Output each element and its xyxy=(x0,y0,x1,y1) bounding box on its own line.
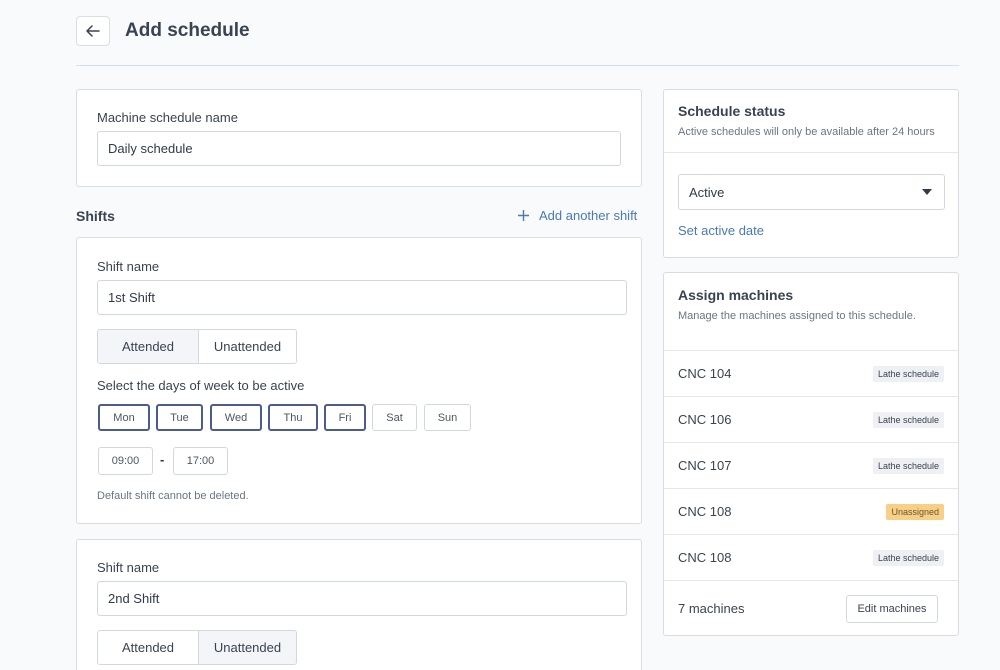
assign-title: Assign machines xyxy=(678,287,794,303)
day-sun[interactable]: Sun xyxy=(424,404,471,431)
unattended-option[interactable]: Unattended xyxy=(198,631,296,664)
machine-name: CNC 104 xyxy=(678,366,732,381)
machine-row[interactable]: CNC 108 Unassigned xyxy=(664,488,958,534)
back-button[interactable] xyxy=(76,16,110,46)
add-shift-button[interactable]: Add another shift xyxy=(518,208,637,223)
schedule-name-card: Machine schedule name Daily schedule xyxy=(76,89,642,187)
end-time-input[interactable]: 17:00 xyxy=(173,447,228,475)
days-label: Select the days of week to be active xyxy=(97,378,305,393)
shifts-title: Shifts xyxy=(76,208,115,224)
day-tue[interactable]: Tue xyxy=(156,404,203,431)
machine-row[interactable]: CNC 107 Lathe schedule xyxy=(664,442,958,488)
set-active-date-link[interactable]: Set active date xyxy=(678,223,764,238)
assign-machines-card: Assign machines Manage the machines assi… xyxy=(663,272,959,636)
assign-footer-divider xyxy=(664,580,958,581)
machine-row[interactable]: CNC 106 Lathe schedule xyxy=(664,396,958,442)
machine-name: CNC 108 xyxy=(678,504,732,519)
attendance-toggle: Attended Unattended xyxy=(97,630,297,665)
plus-icon xyxy=(518,210,529,221)
unassigned-tag: Unassigned xyxy=(886,503,944,520)
day-selector: Mon Tue Wed Thu Fri Sat Sun xyxy=(98,404,478,432)
day-mon[interactable]: Mon xyxy=(98,404,150,431)
shift-name-input[interactable]: 1st Shift xyxy=(97,280,627,315)
schedule-tag: Lathe schedule xyxy=(872,549,944,566)
page-title: Add schedule xyxy=(125,20,250,41)
unattended-option[interactable]: Unattended xyxy=(198,330,296,363)
caret-down-icon xyxy=(922,189,932,195)
attended-option[interactable]: Attended xyxy=(98,631,198,664)
status-divider xyxy=(664,152,958,153)
arrow-left-icon xyxy=(86,25,100,37)
day-thu[interactable]: Thu xyxy=(268,404,318,431)
shift-name-label: Shift name xyxy=(97,560,160,575)
page-header: Add schedule xyxy=(76,16,250,46)
header-divider xyxy=(76,65,959,66)
machine-row[interactable]: CNC 108 Lathe schedule xyxy=(664,534,958,580)
schedule-name-label: Machine schedule name xyxy=(97,110,238,125)
attended-option[interactable]: Attended xyxy=(98,330,198,363)
schedule-tag: Lathe schedule xyxy=(872,411,944,428)
status-value: Active xyxy=(689,184,725,200)
machine-count: 7 machines xyxy=(678,601,745,616)
day-fri[interactable]: Fri xyxy=(324,404,366,431)
default-shift-note: Default shift cannot be deleted. xyxy=(97,490,249,502)
start-time-input[interactable]: 09:00 xyxy=(98,447,153,475)
add-shift-label: Add another shift xyxy=(539,208,638,223)
shift-card-1: Shift name 1st Shift Attended Unattended… xyxy=(76,237,642,524)
machine-name: CNC 108 xyxy=(678,550,732,565)
edit-machines-button[interactable]: Edit machines xyxy=(846,595,938,623)
shift-name-label: Shift name xyxy=(97,259,160,274)
schedule-tag: Lathe schedule xyxy=(872,457,944,474)
day-sat[interactable]: Sat xyxy=(372,404,417,431)
shift-name-input[interactable]: 2nd Shift xyxy=(97,581,627,616)
status-subtitle: Active schedules will only be available … xyxy=(678,126,935,138)
schedule-status-card: Schedule status Active schedules will on… xyxy=(663,89,959,258)
schedule-tag: Lathe schedule xyxy=(872,365,944,382)
schedule-name-input[interactable]: Daily schedule xyxy=(97,131,621,166)
day-wed[interactable]: Wed xyxy=(210,404,262,431)
machine-row[interactable]: CNC 104 Lathe schedule xyxy=(664,350,958,396)
machine-name: CNC 106 xyxy=(678,412,732,427)
time-separator: - xyxy=(160,452,165,467)
shift-card-2: Shift name 2nd Shift Attended Unattended xyxy=(76,539,642,670)
assign-subtitle: Manage the machines assigned to this sch… xyxy=(678,310,916,322)
status-title: Schedule status xyxy=(678,103,786,119)
machine-name: CNC 107 xyxy=(678,458,732,473)
status-select[interactable]: Active xyxy=(678,174,945,210)
attendance-toggle: Attended Unattended xyxy=(97,329,297,364)
